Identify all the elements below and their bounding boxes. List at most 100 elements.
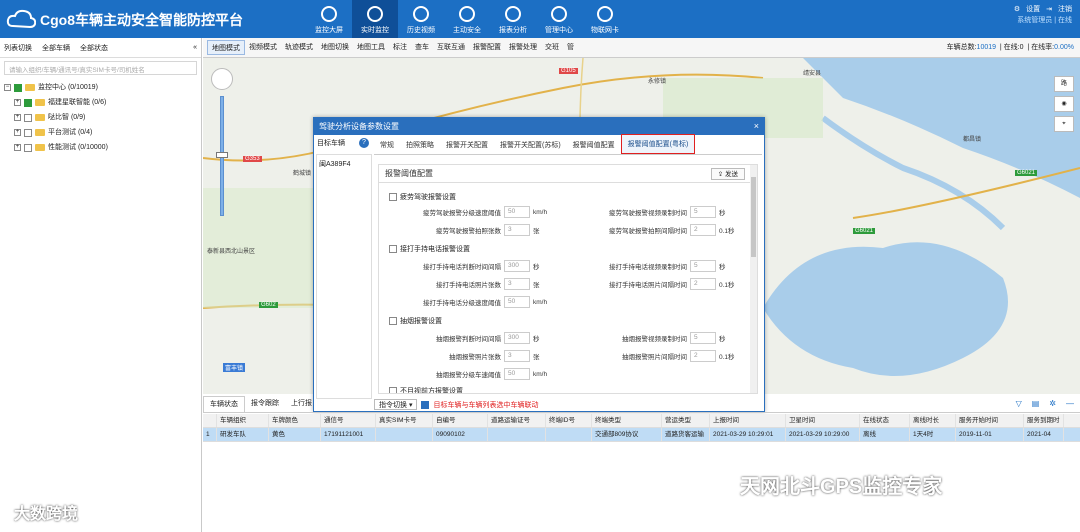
tree-node[interactable]: + 福建星联智能 (0/6) [4, 95, 197, 110]
help-icon[interactable]: ? [359, 138, 369, 148]
find-vehicle-dropdown[interactable]: 查车 [411, 40, 433, 55]
number-input[interactable]: 5 [690, 260, 716, 272]
nav-monitor-screen[interactable]: 监控大屏 [306, 0, 352, 38]
nav-reports[interactable]: 报表分析 [490, 0, 536, 38]
number-input[interactable]: 300 [504, 260, 530, 272]
folder-icon [35, 114, 45, 121]
tree-node[interactable]: + 哒比智 (0/9) [4, 110, 197, 125]
alarm-handle-button[interactable]: 报警处理 [505, 40, 541, 55]
nav-realtime-monitor[interactable]: 实时监控 [352, 0, 398, 38]
target-vehicle-item[interactable]: 闽A389F4 [319, 159, 351, 169]
track-mode-button[interactable]: 轨迹模式 [281, 40, 317, 55]
number-input[interactable]: 50 [504, 296, 530, 308]
map-mode-button[interactable]: 地图模式 [207, 40, 245, 55]
number-input[interactable]: 50 [504, 206, 530, 218]
number-input[interactable]: 2 [690, 224, 716, 236]
number-input[interactable]: 2 [690, 350, 716, 362]
dialog-tabs: 常规 拍照策略 报警开关配置 报警开关配置(苏标) 报警阈值配置 报警阈值配置(… [374, 134, 762, 155]
scrollbar-thumb[interactable] [751, 177, 756, 257]
expand-icon[interactable]: + [14, 129, 21, 136]
send-button[interactable]: ⇪ 发送 [710, 168, 745, 180]
app-header: Cgo8车辆主动安全智能防控平台 监控大屏 实时监控 历史视频 主动安全 报表分… [0, 0, 1080, 38]
map-switch-dropdown[interactable]: 地图切换 [317, 40, 353, 55]
number-input[interactable]: 300 [504, 332, 530, 344]
bottom-tabs: 车辆状态 报令跟踪 上行报 ▽ ▤ ✲ — [203, 396, 1080, 413]
tab-upstream[interactable]: 上行报 [285, 396, 318, 412]
checkbox[interactable] [24, 143, 32, 152]
export-icon[interactable]: ▤ [1032, 399, 1040, 408]
shift-handover-button[interactable]: 交班 [541, 40, 563, 55]
number-input[interactable]: 3 [504, 224, 530, 236]
form-field: 接打手持电话视频录制时间 5 秒 [609, 260, 726, 272]
tree-node[interactable]: − 监控中心 (0/10019) [4, 80, 197, 95]
list-toggle-button[interactable]: 列表切换 [4, 43, 32, 53]
map-label: 鹤城镇 [293, 171, 312, 177]
tab-alarm-switch[interactable]: 报警开关配置 [440, 138, 494, 154]
collapse-left-icon[interactable]: « [193, 44, 197, 51]
number-input[interactable]: 3 [504, 350, 530, 362]
number-input[interactable]: 3 [504, 278, 530, 290]
checkbox[interactable] [389, 317, 397, 325]
zoom-slider-handle[interactable] [216, 152, 228, 158]
map-pan-control[interactable] [211, 68, 233, 90]
nav-management[interactable]: 管理中心 [536, 0, 582, 38]
tab-vehicle-status[interactable]: 车辆状态 [203, 396, 245, 412]
all-status-dropdown[interactable]: 全部状态 [80, 43, 108, 53]
map-label: 富丰镇 [223, 363, 246, 372]
logout-link[interactable]: ⇥ 注销 [1046, 6, 1072, 13]
minimize-icon[interactable]: — [1066, 399, 1074, 408]
bottom-actions: ▽ ▤ ✲ — [1016, 399, 1074, 408]
map-tools-dropdown[interactable]: 地图工具 [353, 40, 389, 55]
number-input[interactable]: 5 [690, 206, 716, 218]
map-label: G6021 [853, 228, 876, 234]
folder-icon [35, 144, 45, 151]
nav-active-safety[interactable]: 主动安全 [444, 0, 490, 38]
collapse-icon[interactable]: − [4, 84, 11, 91]
tab-alarm-switch-su[interactable]: 报警开关配置(苏标) [494, 138, 567, 154]
tree-node[interactable]: + 平台测试 (0/4) [4, 125, 197, 140]
sim-card-icon [597, 6, 613, 22]
road-condition-button[interactable]: 路 [1054, 76, 1074, 92]
checkbox[interactable] [24, 113, 32, 122]
layer-icon[interactable]: ◉ [1054, 96, 1074, 112]
panel-title: 报警阈值配置 [379, 165, 757, 183]
expand-icon[interactable]: + [14, 144, 21, 151]
checkbox[interactable] [24, 98, 32, 107]
tab-alarm-threshold[interactable]: 报警阈值配置 [567, 138, 621, 154]
tab-general[interactable]: 常规 [374, 138, 400, 154]
nav-history-video[interactable]: 历史视频 [398, 0, 444, 38]
all-vehicles-dropdown[interactable]: 全部车辆 [42, 43, 70, 53]
checkbox[interactable] [389, 387, 397, 393]
nav-iot-card[interactable]: 物联网卡 [582, 0, 628, 38]
tree-node[interactable]: + 性能测试 (0/10000) [4, 140, 197, 155]
number-input[interactable]: 50 [504, 368, 530, 380]
vehicle-search-input[interactable]: 请输入组织/车辆/通讯号/真实SIM卡号/司机姓名 [4, 61, 197, 75]
checkbox[interactable] [389, 193, 397, 201]
checkbox[interactable] [24, 128, 32, 137]
gear-icon[interactable]: ✲ [1049, 399, 1056, 408]
locate-icon[interactable]: ⌖ [1054, 116, 1074, 132]
map-label: 泰新县西北山景区 [207, 249, 256, 255]
number-input[interactable]: 5 [690, 332, 716, 344]
tab-alarm-threshold-yue[interactable]: 报警阈值配置(粤标) [620, 134, 696, 154]
checkbox[interactable] [389, 245, 397, 253]
expand-icon[interactable]: + [14, 114, 21, 121]
manage-button[interactable]: 管 [563, 40, 578, 55]
cloud-logo-icon [6, 9, 36, 29]
tab-photo-policy[interactable]: 拍照策略 [400, 138, 440, 154]
interconnect-button[interactable]: 互联互通 [433, 40, 469, 55]
filter-icon[interactable]: ▽ [1016, 399, 1022, 408]
panel-scrollbar[interactable] [750, 165, 757, 393]
alarm-config-dropdown[interactable]: 报警配置 [469, 40, 505, 55]
close-icon[interactable]: × [754, 121, 759, 131]
form-field: 疲劳驾驶报警拍照间隔时间 2 0.1秒 [609, 224, 735, 236]
tab-command-trace[interactable]: 报令跟踪 [245, 396, 285, 412]
table-row[interactable]: 1 研发车队 黄色 17191121001 09090102 交通部809协议 … [203, 428, 1080, 442]
settings-link[interactable]: ⚙ 设置 [1014, 6, 1040, 13]
expand-icon[interactable]: + [14, 99, 21, 106]
annotate-dropdown[interactable]: 标注 [389, 40, 411, 55]
checkbox[interactable] [14, 83, 22, 92]
number-input[interactable]: 2 [690, 278, 716, 290]
smoking-section-header: 抽烟报警设置 [389, 316, 442, 326]
video-mode-button[interactable]: 视频模式 [245, 40, 281, 55]
